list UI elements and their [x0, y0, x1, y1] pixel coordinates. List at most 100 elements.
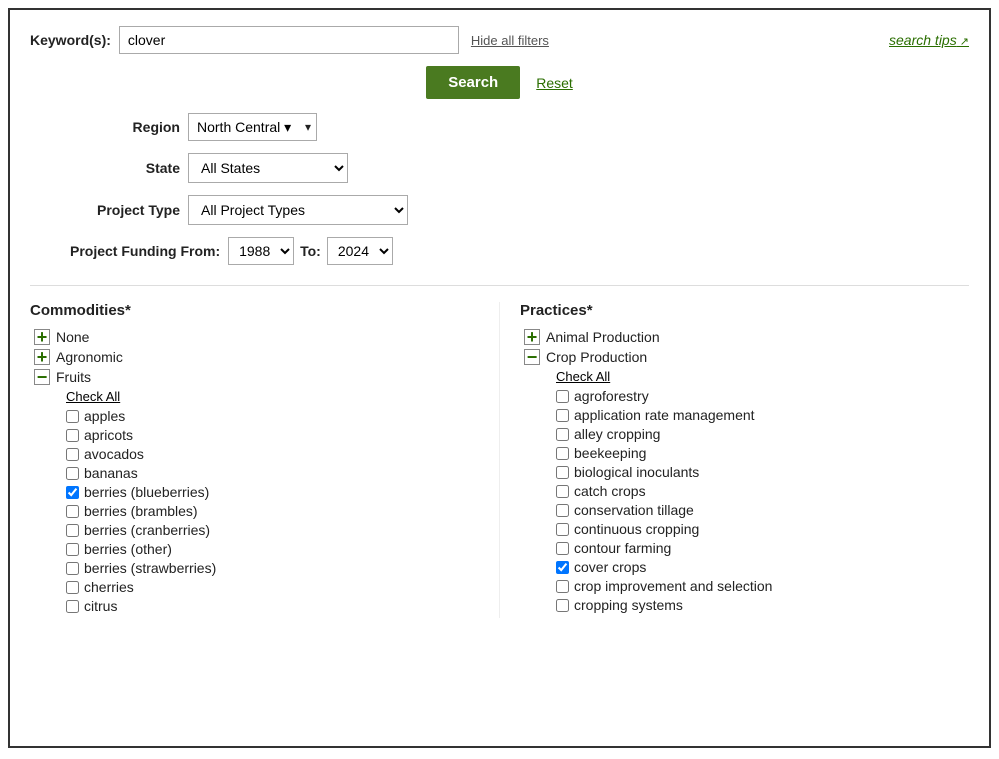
crop-improvement-label: crop improvement and selection: [574, 578, 772, 594]
apricots-checkbox[interactable]: [66, 429, 79, 442]
apples-checkbox[interactable]: [66, 410, 79, 423]
citrus-checkbox[interactable]: [66, 600, 79, 613]
conservation-tillage-checkbox[interactable]: [556, 504, 569, 517]
animal-production-toggle-icon[interactable]: +: [524, 329, 540, 345]
animal-production-label: Animal Production: [546, 329, 660, 345]
agroforestry-checkbox[interactable]: [556, 390, 569, 403]
alley-cropping-checkbox[interactable]: [556, 428, 569, 441]
berries-strawberries-label: berries (strawberries): [84, 560, 216, 576]
state-select[interactable]: All States Illinois Indiana Iowa: [188, 153, 348, 183]
list-item: agroforestry: [556, 388, 969, 404]
cover-crops-checkbox[interactable]: [556, 561, 569, 574]
list-item: cherries: [66, 579, 479, 595]
list-item: beekeeping: [556, 445, 969, 461]
search-tips-link[interactable]: search tips: [889, 32, 969, 48]
funding-from-select[interactable]: 198819891990200020102024: [228, 237, 294, 265]
apples-label: apples: [84, 408, 125, 424]
list-item: berries (strawberries): [66, 560, 479, 576]
list-item: cropping systems: [556, 597, 969, 613]
commodities-agronomic-item: + Agronomic: [30, 349, 479, 365]
region-row: Region North Central ▾ Northeast South W…: [30, 113, 969, 141]
list-item: cover crops: [556, 559, 969, 575]
alley-cropping-label: alley cropping: [574, 426, 660, 442]
agronomic-toggle-icon[interactable]: +: [34, 349, 50, 365]
list-item: berries (cranberries): [66, 522, 479, 538]
bananas-checkbox[interactable]: [66, 467, 79, 480]
list-item: biological inoculants: [556, 464, 969, 480]
berries-other-label: berries (other): [84, 541, 172, 557]
search-button[interactable]: Search: [426, 66, 520, 99]
crop-production-toggle-icon[interactable]: −: [524, 349, 540, 365]
cherries-checkbox[interactable]: [66, 581, 79, 594]
continuous-cropping-label: continuous cropping: [574, 521, 699, 537]
beekeeping-checkbox[interactable]: [556, 447, 569, 460]
catch-crops-label: catch crops: [574, 483, 646, 499]
application-rate-checkbox[interactable]: [556, 409, 569, 422]
state-label: State: [70, 160, 180, 176]
project-type-row: Project Type All Project Types Research …: [30, 195, 969, 225]
columns: Commodities* + None + Agronomic − Fruits…: [30, 302, 969, 618]
region-select[interactable]: North Central ▾ Northeast South West: [188, 113, 317, 141]
berries-cranberries-label: berries (cranberries): [84, 522, 210, 538]
avocados-checkbox[interactable]: [66, 448, 79, 461]
fruits-label: Fruits: [56, 369, 91, 385]
list-item: apricots: [66, 427, 479, 443]
practices-title: Practices*: [520, 302, 969, 319]
commodities-none-item: + None: [30, 329, 479, 345]
berries-blueberries-checkbox[interactable]: [66, 486, 79, 499]
conservation-tillage-label: conservation tillage: [574, 502, 694, 518]
none-toggle-icon[interactable]: +: [34, 329, 50, 345]
reset-link[interactable]: Reset: [536, 75, 573, 91]
project-type-label: Project Type: [70, 202, 180, 218]
bananas-label: bananas: [84, 465, 138, 481]
keyword-input[interactable]: [119, 26, 459, 54]
application-rate-label: application rate management: [574, 407, 755, 423]
divider: [30, 285, 969, 286]
apricots-label: apricots: [84, 427, 133, 443]
agronomic-label: Agronomic: [56, 349, 123, 365]
practices-column: Practices* + Animal Production − Crop Pr…: [499, 302, 969, 618]
agroforestry-label: agroforestry: [574, 388, 649, 404]
list-item: application rate management: [556, 407, 969, 423]
list-item: apples: [66, 408, 479, 424]
list-item: berries (blueberries): [66, 484, 479, 500]
berries-other-checkbox[interactable]: [66, 543, 79, 556]
fruits-toggle-icon[interactable]: −: [34, 369, 50, 385]
keyword-label: Keyword(s):: [30, 32, 111, 48]
list-item: bananas: [66, 465, 479, 481]
list-item: catch crops: [556, 483, 969, 499]
funding-row: Project Funding From: 198819891990200020…: [30, 237, 969, 265]
list-item: avocados: [66, 446, 479, 462]
to-label: To:: [300, 243, 321, 259]
crop-check-all-link[interactable]: Check All: [556, 369, 969, 384]
list-item: contour farming: [556, 540, 969, 556]
project-type-select[interactable]: All Project Types Research Education Ext…: [188, 195, 408, 225]
list-item: berries (other): [66, 541, 479, 557]
list-item: continuous cropping: [556, 521, 969, 537]
catch-crops-checkbox[interactable]: [556, 485, 569, 498]
biological-inoculants-label: biological inoculants: [574, 464, 699, 480]
list-item: crop improvement and selection: [556, 578, 969, 594]
hide-all-filters-link[interactable]: Hide all filters: [471, 33, 549, 48]
state-row: State All States Illinois Indiana Iowa: [30, 153, 969, 183]
berries-strawberries-checkbox[interactable]: [66, 562, 79, 575]
list-item: berries (brambles): [66, 503, 479, 519]
crop-production-sub-items: Check All agroforestry application rate …: [520, 369, 969, 613]
fruits-sub-items: Check All apples apricots avocados banan…: [30, 389, 479, 614]
cover-crops-label: cover crops: [574, 559, 646, 575]
berries-cranberries-checkbox[interactable]: [66, 524, 79, 537]
fruits-check-all-link[interactable]: Check All: [66, 389, 479, 404]
cropping-systems-checkbox[interactable]: [556, 599, 569, 612]
commodities-column: Commodities* + None + Agronomic − Fruits…: [30, 302, 499, 618]
biological-inoculants-checkbox[interactable]: [556, 466, 569, 479]
cherries-label: cherries: [84, 579, 134, 595]
continuous-cropping-checkbox[interactable]: [556, 523, 569, 536]
funding-to-select[interactable]: 202420232022201020001988: [327, 237, 393, 265]
list-item: conservation tillage: [556, 502, 969, 518]
beekeeping-label: beekeeping: [574, 445, 646, 461]
crop-improvement-checkbox[interactable]: [556, 580, 569, 593]
header-row: Keyword(s): Hide all filters search tips: [30, 26, 969, 54]
contour-farming-checkbox[interactable]: [556, 542, 569, 555]
crop-production-label: Crop Production: [546, 349, 647, 365]
berries-brambles-checkbox[interactable]: [66, 505, 79, 518]
